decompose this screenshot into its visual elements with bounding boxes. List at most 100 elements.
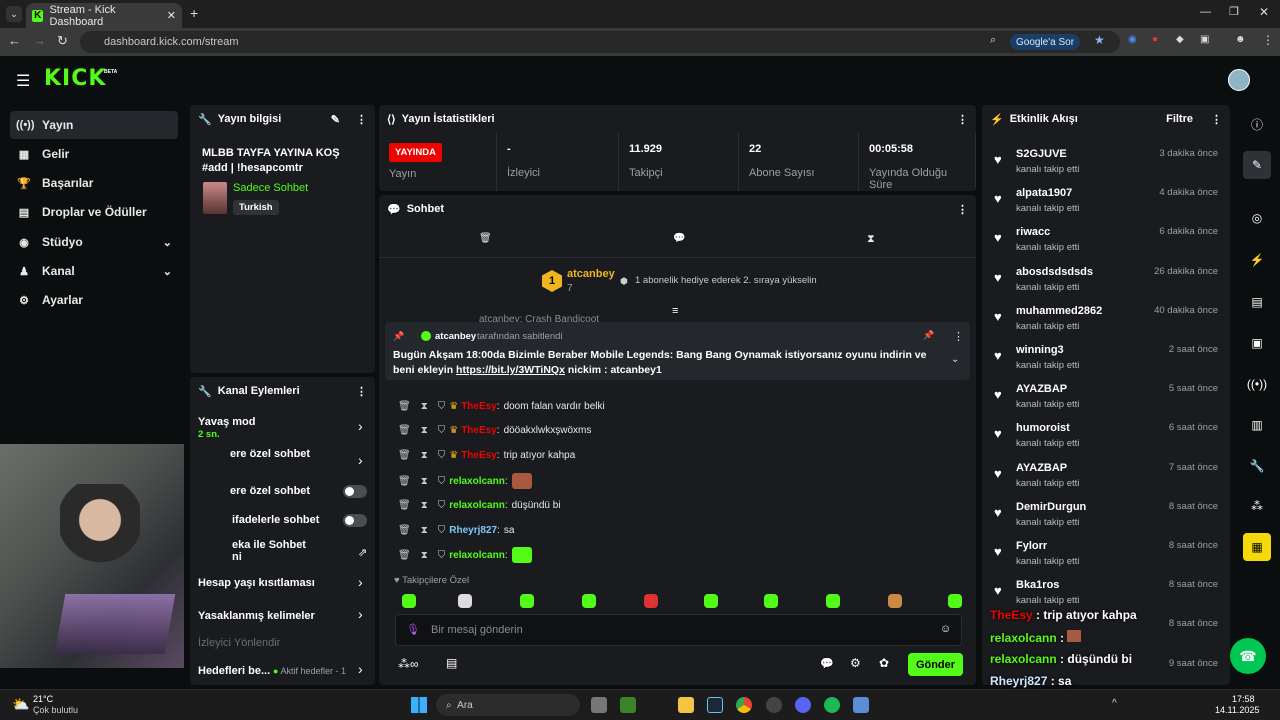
chat-message[interactable]: 🗑 ⧗ ⛉ relaxolcann: bbox=[398, 471, 532, 491]
subs-chat-toggle[interactable] bbox=[343, 485, 367, 498]
settings-app-icon[interactable] bbox=[853, 697, 869, 713]
panel-menu-icon[interactable]: ⋮ bbox=[957, 203, 968, 216]
activity-item[interactable]: ♥ muhammed2862 kanalı takip etti 40 dakika … bbox=[990, 303, 1222, 341]
activity-item[interactable]: ♥ humoroist kanalı takip etti 6 saat önce bbox=[990, 420, 1222, 458]
minimize-icon[interactable]: — bbox=[1200, 6, 1211, 18]
weather-temp[interactable]: 21°C bbox=[33, 694, 53, 704]
task-view-icon[interactable] bbox=[591, 697, 607, 713]
extension-icon[interactable]: ◉ bbox=[1128, 34, 1137, 45]
ai-mod-row[interactable]: eka ile Sohbet ni bbox=[232, 539, 402, 563]
chat-input[interactable]: 🎙 Bir mesaj gönderin ☺ bbox=[395, 614, 962, 646]
steam-icon[interactable] bbox=[707, 697, 723, 713]
sidebar-item-6[interactable]: ⚙ Ayarlar bbox=[10, 286, 178, 314]
panel-menu-icon[interactable]: ⋮ bbox=[356, 385, 367, 398]
kick-logo[interactable]: KICK bbox=[44, 66, 106, 91]
delete-message-icon[interactable]: 🗑 bbox=[398, 425, 411, 436]
pinned-by[interactable]: atcanbey bbox=[435, 331, 476, 342]
sidebar-item-2[interactable]: 🏆 Başarılar bbox=[10, 169, 178, 197]
extension-red-icon[interactable]: ● bbox=[1152, 34, 1158, 45]
puzzle-icon[interactable]: ▣ bbox=[1200, 34, 1209, 45]
chevron-right-icon[interactable]: › bbox=[358, 606, 363, 622]
zoom-icon[interactable]: ⌕ bbox=[990, 34, 996, 47]
minecraft-icon[interactable] bbox=[620, 697, 636, 713]
chat-icon[interactable]: 💬 bbox=[673, 233, 685, 244]
filter-button[interactable]: Filtre bbox=[1166, 113, 1193, 125]
chat-username[interactable]: TheEsy bbox=[461, 425, 497, 436]
back-icon[interactable]: ← bbox=[8, 33, 21, 48]
chat-username[interactable]: Rheyrj827 bbox=[449, 525, 497, 536]
activity-item[interactable]: ♥ Fylorr kanalı takip etti 8 saat önce bbox=[990, 538, 1222, 576]
support-button[interactable]: ☎ bbox=[1230, 638, 1266, 674]
chat-username[interactable]: relaxolcann bbox=[449, 550, 505, 561]
ban-shield-icon[interactable]: ⛉ bbox=[438, 425, 446, 436]
ban-shield-icon[interactable]: ⛉ bbox=[438, 550, 446, 561]
chevron-right-icon[interactable]: › bbox=[358, 661, 363, 677]
pinned-expand-icon[interactable]: ⌄ bbox=[951, 354, 959, 365]
timeout-icon[interactable]: ⧗ bbox=[421, 525, 428, 536]
edit-icon[interactable]: ✎ bbox=[1243, 151, 1271, 179]
badges-icon[interactable]: ⁂∞ bbox=[398, 657, 419, 671]
chat-username[interactable]: relaxolcann bbox=[449, 476, 505, 487]
layout-icon[interactable]: ▥ bbox=[1243, 411, 1271, 439]
emote-2[interactable] bbox=[520, 594, 534, 608]
hamburger-icon[interactable]: ☰ bbox=[16, 71, 30, 91]
chat-settings-bubble-icon[interactable]: 💬 bbox=[820, 657, 834, 670]
ask-google-button[interactable]: Google'a Sor bbox=[1010, 34, 1081, 50]
clapper-icon[interactable]: ▦ bbox=[1243, 533, 1271, 561]
ban-shield-icon[interactable]: ⛉ bbox=[438, 525, 446, 536]
new-tab-icon[interactable]: + bbox=[190, 5, 198, 21]
emote-picker-icon[interactable]: ✿ bbox=[879, 656, 889, 670]
emote-0[interactable] bbox=[402, 594, 416, 608]
delete-message-icon[interactable]: 🗑 bbox=[398, 500, 411, 511]
document-icon[interactable]: ▤ bbox=[1243, 288, 1271, 316]
send-button[interactable]: Gönder bbox=[908, 653, 963, 676]
chat-message[interactable]: 🗑 ⧗ ⛉ relaxolcann: düşündü bi bbox=[398, 495, 561, 515]
language-tag[interactable]: Turkish bbox=[233, 200, 279, 215]
emote-5[interactable] bbox=[704, 594, 718, 608]
settings-gear-icon[interactable]: ⚙ bbox=[850, 656, 861, 670]
emote-8[interactable] bbox=[888, 594, 902, 608]
trash-icon[interactable]: 🗑 bbox=[479, 233, 492, 244]
scroll-down-icon[interactable]: ≡ bbox=[672, 305, 678, 317]
activity-item[interactable]: ♥ AYAZBAP kanalı takip etti 5 saat önce bbox=[990, 381, 1222, 419]
chevron-down-icon[interactable]: ⌄ bbox=[163, 236, 172, 249]
maximize-icon[interactable]: ❐ bbox=[1229, 5, 1239, 18]
clock-time[interactable]: 17:58 bbox=[1232, 694, 1255, 704]
sidebar-item-4[interactable]: ◉ Stüdyo ⌄ bbox=[10, 228, 178, 256]
emote-7[interactable] bbox=[826, 594, 840, 608]
panel-menu-icon[interactable]: ⋮ bbox=[957, 113, 968, 126]
sidebar-item-0[interactable]: ((•)) Yayın bbox=[10, 111, 178, 139]
tab-list-icon[interactable]: ⌄ bbox=[6, 6, 22, 22]
emote-4[interactable] bbox=[644, 594, 658, 608]
wrench-icon[interactable]: 🔧 bbox=[1243, 452, 1271, 480]
emote-9[interactable] bbox=[948, 594, 962, 608]
activity-item[interactable]: ♥ AYAZBAP kanalı takip etti 7 saat önce bbox=[990, 460, 1222, 498]
viewer-guide-row[interactable]: İzleyici Yönlendir bbox=[198, 637, 368, 649]
delete-message-icon[interactable]: 🗑 bbox=[398, 525, 411, 536]
chat-message[interactable]: 🗑 ⧗ ⛉ Rheyrj827: sa bbox=[398, 520, 514, 540]
start-icon[interactable] bbox=[411, 697, 427, 713]
hourglass-icon[interactable]: ⧗ bbox=[867, 233, 875, 246]
sidebar-item-5[interactable]: ♟ Kanal ⌄ bbox=[10, 257, 178, 285]
chevron-down-icon[interactable]: ⌄ bbox=[163, 265, 172, 278]
bookmark-star-icon[interactable]: ★ bbox=[1094, 33, 1105, 47]
ban-shield-icon[interactable]: ⛉ bbox=[438, 450, 446, 461]
address-bar[interactable]: dashboard.kick.com/stream bbox=[80, 31, 1120, 53]
chat-username[interactable]: relaxolcann bbox=[449, 500, 505, 511]
external-link-icon[interactable]: ⇗ bbox=[358, 546, 367, 559]
activity-item[interactable]: ♥ DemirDurgun kanalı takip etti 8 saat önce bbox=[990, 499, 1222, 537]
delete-message-icon[interactable]: 🗑 bbox=[398, 401, 411, 412]
sidebar-item-3[interactable]: ▤ Droplar ve Ödüller bbox=[10, 198, 178, 226]
profile-icon[interactable]: ☻ bbox=[1235, 34, 1246, 45]
camera-icon[interactable]: ◎ bbox=[1243, 204, 1271, 232]
unpin-icon[interactable]: 📌 bbox=[923, 330, 934, 341]
timeout-icon[interactable]: ⧗ bbox=[421, 425, 428, 436]
activity-item[interactable]: ♥ abosdsdsdsds kanalı takip etti 26 dakika … bbox=[990, 264, 1222, 302]
store-icon[interactable]: ▤ bbox=[446, 656, 457, 670]
emote-6[interactable] bbox=[764, 594, 778, 608]
pinned-link[interactable]: https://bit.ly/3WTiNQx bbox=[456, 364, 565, 376]
chat-message[interactable]: 🗑 ⧗ ⛉ ♛ TheEsy: dööakxlwkxşwöxms bbox=[398, 420, 591, 440]
timeout-icon[interactable]: ⧗ bbox=[421, 401, 428, 412]
forward-icon[interactable]: → bbox=[33, 33, 46, 48]
activity-item[interactable]: ♥ S2GJUVE kanalı takip etti 3 dakika önce bbox=[990, 146, 1222, 184]
